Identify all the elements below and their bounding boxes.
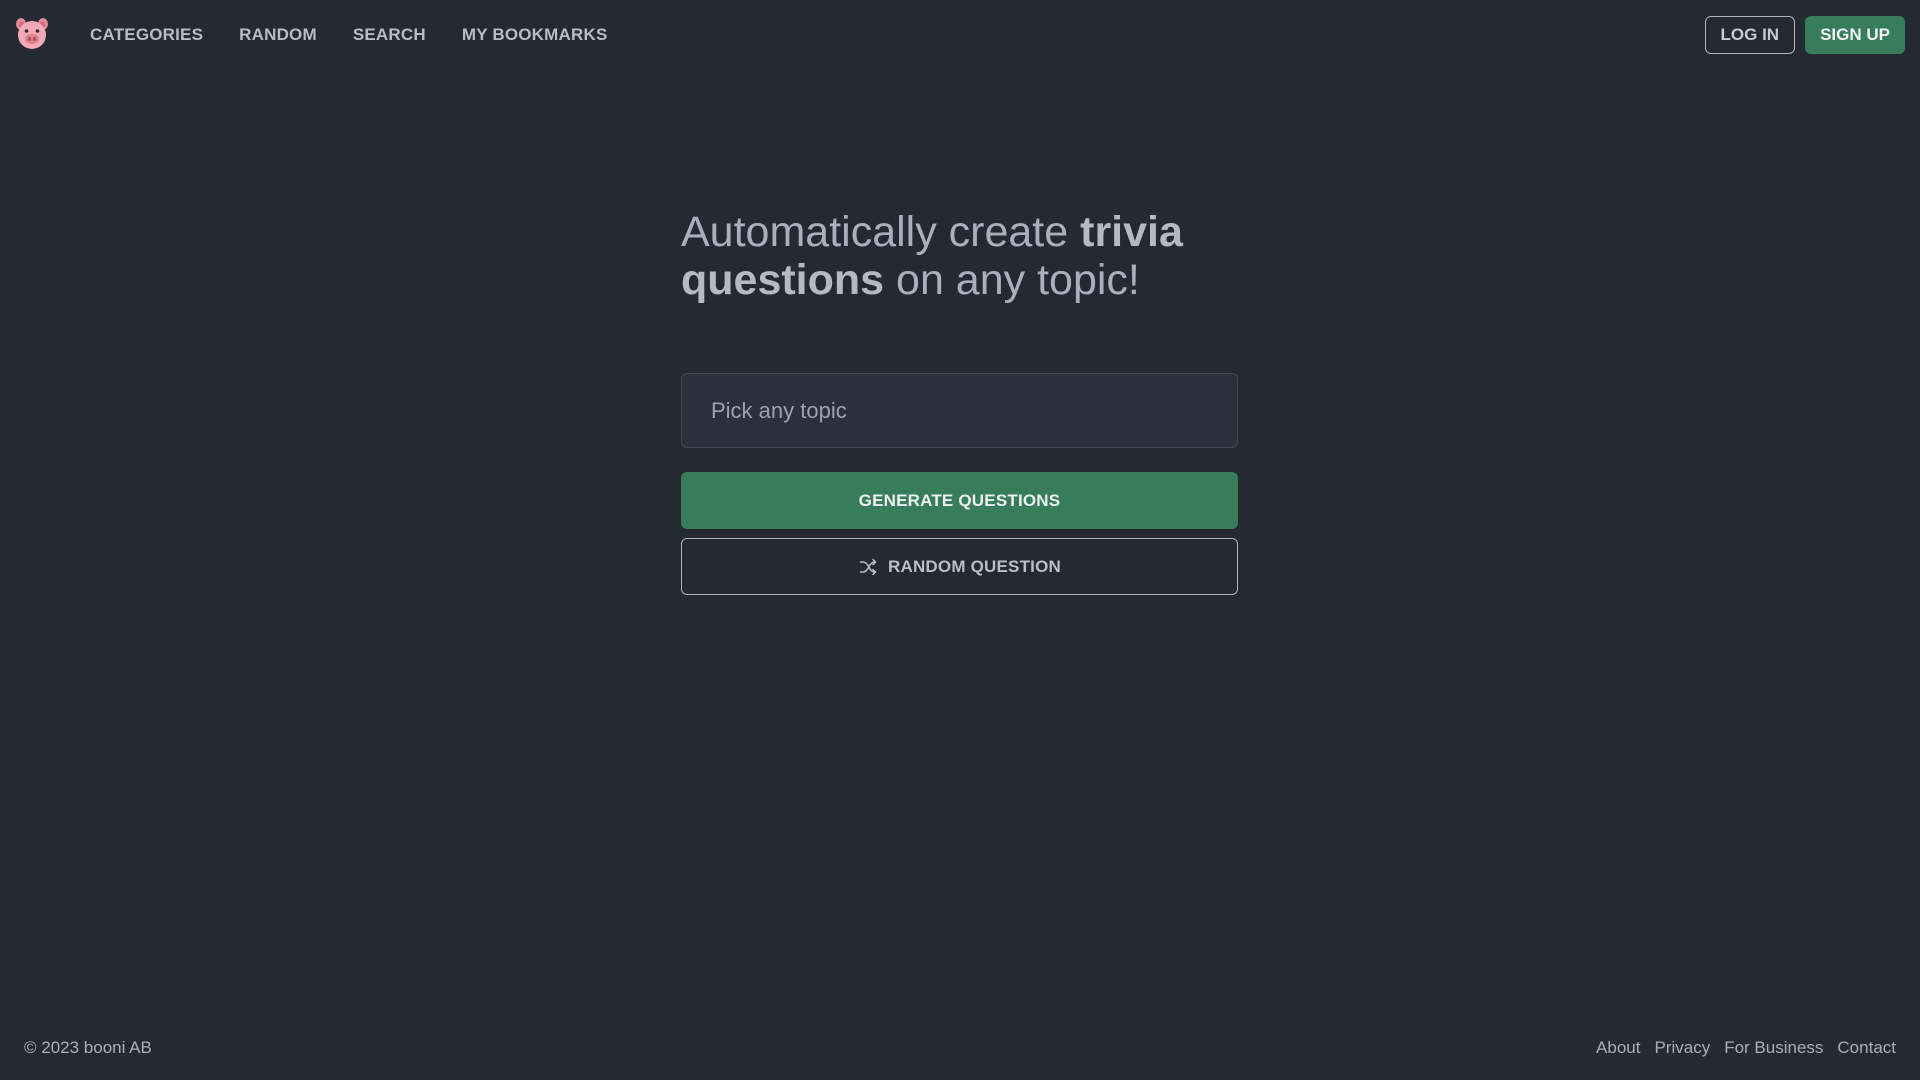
copyright-text: © 2023 booni AB (24, 1038, 152, 1057)
topic-input[interactable] (681, 373, 1238, 448)
login-button[interactable]: LOG IN (1704, 16, 1796, 54)
random-question-button[interactable]: RANDOM QUESTION (681, 538, 1238, 595)
random-question-label: RANDOM QUESTION (888, 556, 1061, 576)
footer-link-contact[interactable]: Contact (1837, 1038, 1896, 1058)
footer-link-about[interactable]: About (1596, 1038, 1640, 1058)
top-navbar: CATEGORIES RANDOM SEARCH MY BOOKMARKS LO… (0, 0, 1920, 70)
main-nav: CATEGORIES RANDOM SEARCH MY BOOKMARKS (72, 0, 626, 70)
headline-part2: on any topic! (884, 256, 1140, 304)
signup-button[interactable]: SIGN UP (1805, 16, 1905, 54)
headline-part1: Automatically create (681, 208, 1081, 256)
page-headline: Automatically create trivia questions on… (681, 208, 1241, 304)
hero-section: Automatically create trivia questions on… (681, 208, 1241, 304)
nav-categories[interactable]: CATEGORIES (90, 25, 203, 45)
nav-my-bookmarks[interactable]: MY BOOKMARKS (462, 25, 608, 45)
nav-search[interactable]: SEARCH (353, 25, 426, 45)
footer-link-for-business[interactable]: For Business (1724, 1038, 1823, 1058)
shuffle-icon (859, 558, 877, 575)
nav-random[interactable]: RANDOM (239, 25, 317, 45)
auth-buttons: LOG IN SIGN UP (1704, 16, 1905, 54)
pig-face-icon[interactable] (14, 16, 50, 52)
footer-link-privacy[interactable]: Privacy (1654, 1038, 1710, 1058)
footer-links: About Privacy For Business Contact (1596, 1038, 1896, 1058)
generate-questions-button[interactable]: GENERATE QUESTIONS (681, 472, 1238, 529)
